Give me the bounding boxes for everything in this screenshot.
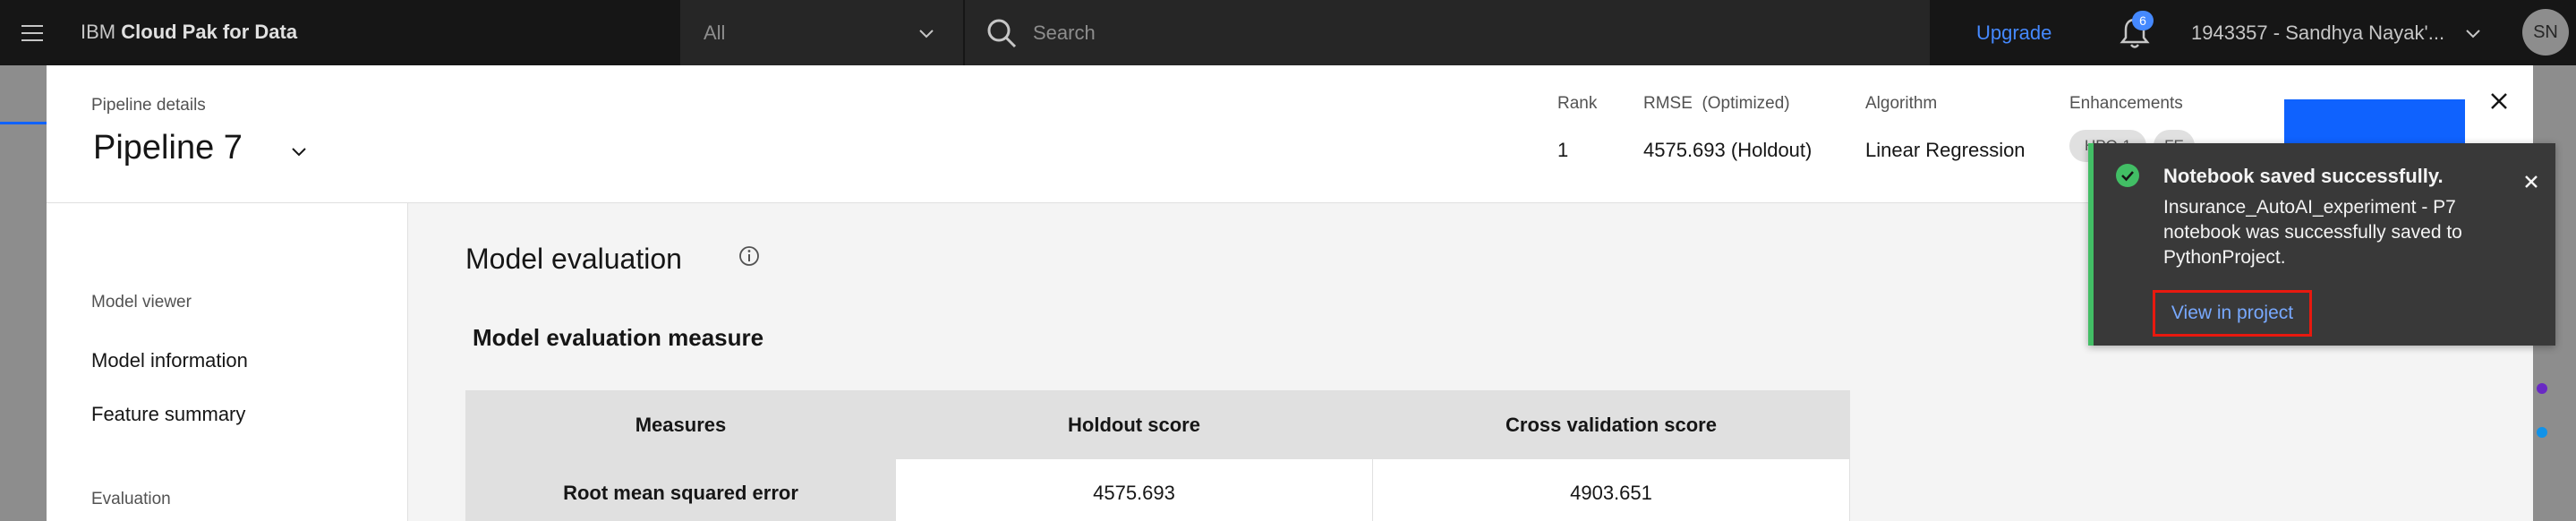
view-in-project-link[interactable]: View in project: [2153, 290, 2312, 337]
sidebar-item-model-information[interactable]: Model information: [91, 346, 248, 375]
cross-validation-score-cell: 4903.651: [1372, 458, 1850, 521]
table-row: Root mean squared error 4575.693 4903.65…: [465, 458, 1850, 521]
measure-name-cell: Root mean squared error: [465, 458, 896, 521]
model-viewer-sidebar: Model viewer Model information Feature s…: [47, 203, 408, 521]
upgrade-link[interactable]: Upgrade: [1976, 19, 2051, 47]
checkmark-filled-icon: [2116, 164, 2139, 187]
toast-title: Notebook saved successfully.: [2163, 165, 2444, 187]
info-icon[interactable]: [738, 244, 761, 268]
brand-prefix: IBM: [81, 21, 116, 43]
enhancements-label: Enhancements: [2069, 94, 2183, 113]
rank-label: Rank: [1557, 94, 1598, 113]
column-header: Holdout score: [895, 390, 1373, 459]
user-avatar[interactable]: SN: [2522, 9, 2569, 56]
success-toast-notification: Notebook saved successfully. Insurance_A…: [2088, 143, 2555, 346]
close-icon[interactable]: [2485, 87, 2513, 115]
chevron-down-icon[interactable]: [288, 141, 310, 162]
page-title: Model evaluation: [465, 243, 682, 275]
background-tab-indicator: [0, 122, 47, 124]
rmse-label: RMSE (Optimized): [1643, 94, 1790, 113]
pipeline-details-label: Pipeline details: [91, 96, 206, 115]
evaluation-table: Measures Holdout score Cross validation …: [465, 390, 1850, 521]
chevron-down-icon[interactable]: [2463, 23, 2483, 43]
toast-subtitle: Insurance_AutoAI_experiment - P7 noteboo…: [2163, 197, 2462, 268]
algorithm-label: Algorithm: [1865, 94, 1938, 113]
search-input[interactable]: [1033, 16, 1838, 50]
rmse-value: 4575.693 (Holdout): [1643, 139, 1813, 161]
sidebar-item-feature-summary[interactable]: Feature summary: [91, 400, 245, 429]
column-header: Cross validation score: [1372, 390, 1850, 459]
chevron-down-icon: [919, 30, 934, 38]
holdout-score-cell: 4575.693: [895, 458, 1373, 521]
brand-name: Cloud Pak for Data: [121, 21, 298, 43]
section-title: Model evaluation measure: [473, 324, 764, 351]
model-viewer-section-label: Model viewer: [91, 293, 192, 312]
background-chart-dot: [2537, 383, 2547, 394]
search-scope-value: All: [704, 21, 726, 44]
top-header-bar: IBM Cloud Pak for Data All Upgrade 6 194…: [0, 0, 2576, 65]
table-header-row: Measures Holdout score Cross validation …: [465, 390, 1850, 459]
evaluation-section-label: Evaluation: [91, 490, 171, 508]
search-icon: [987, 19, 1017, 48]
close-icon[interactable]: [2520, 170, 2543, 193]
rank-value: 1: [1557, 139, 1569, 161]
algorithm-value: Linear Regression: [1865, 139, 2026, 161]
pipeline-selector[interactable]: Pipeline 7: [93, 124, 243, 171]
column-header: Measures: [465, 390, 896, 459]
search-scope-dropdown[interactable]: All: [680, 0, 963, 65]
global-search-bar: [963, 0, 1930, 65]
background-chart-dot: [2537, 427, 2547, 438]
hamburger-menu-icon[interactable]: [18, 20, 47, 47]
notification-count-badge: 6: [2132, 11, 2154, 30]
product-brand[interactable]: IBM Cloud Pak for Data: [81, 18, 297, 47]
account-switcher[interactable]: 1943357 - Sandhya Nayak'...: [2191, 19, 2444, 47]
